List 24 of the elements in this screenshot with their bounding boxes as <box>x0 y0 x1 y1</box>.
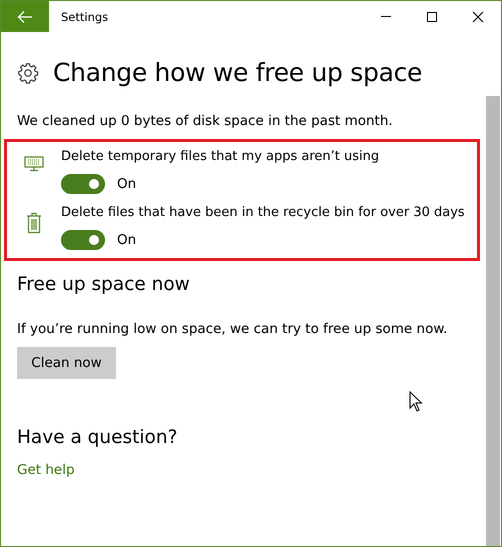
back-arrow-icon <box>17 10 33 24</box>
summary-text: We cleaned up 0 bytes of disk space in the past month. <box>17 113 394 129</box>
minimize-icon <box>381 16 391 17</box>
help-link[interactable]: Get help <box>17 462 75 478</box>
monitor-icon <box>24 156 44 172</box>
mouse-pointer-icon <box>409 391 423 413</box>
option-label: Delete files that have been in the recycle bin for over 30 days <box>61 204 465 222</box>
toggle-switch[interactable] <box>61 230 105 250</box>
page-title: Change how we free up space <box>53 58 422 87</box>
toggle-switch[interactable] <box>61 174 105 194</box>
option-label: Delete temporary files that my apps aren’t using <box>61 148 380 166</box>
close-icon <box>472 10 484 22</box>
clean-now-button[interactable]: Clean now <box>17 347 116 379</box>
settings-icon <box>17 62 39 84</box>
info-text: If you’re running low on space, we can try to free up some now. <box>17 321 448 337</box>
toggle-state: On <box>117 176 136 192</box>
trash-icon <box>26 212 42 234</box>
window-title: Settings <box>61 10 110 24</box>
section-heading: Free up space now <box>17 274 191 295</box>
scrollbar[interactable] <box>486 96 500 546</box>
back-button[interactable] <box>1 1 49 32</box>
toggle-state: On <box>117 232 136 248</box>
maximize-icon <box>426 10 438 22</box>
section-heading: Have a question? <box>17 427 178 448</box>
